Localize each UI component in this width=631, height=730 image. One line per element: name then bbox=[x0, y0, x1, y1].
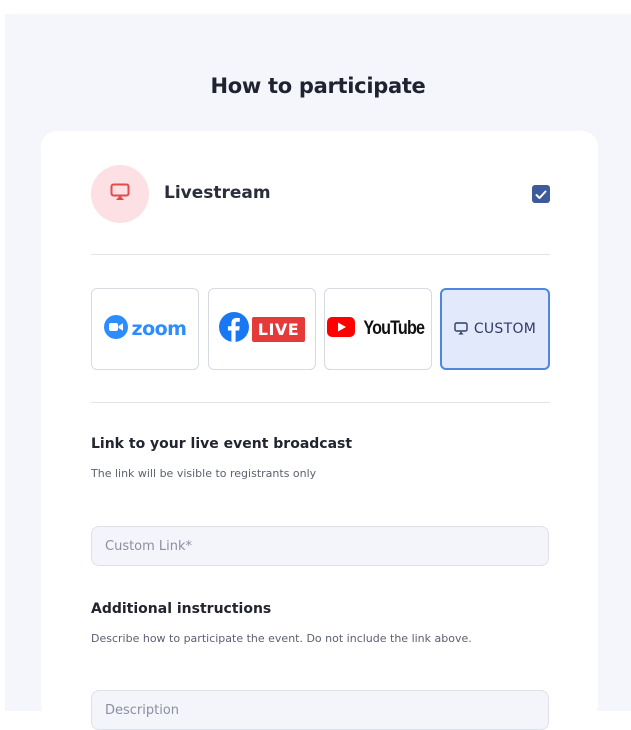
zoom-camera-icon bbox=[103, 315, 128, 343]
instructions-section-title: Additional instructions bbox=[91, 601, 272, 617]
monitor-icon bbox=[110, 183, 130, 205]
custom-link-input[interactable] bbox=[91, 526, 549, 566]
divider bbox=[91, 254, 550, 255]
youtube-play-icon bbox=[326, 317, 355, 341]
platform-button-youtube[interactable]: YouTube bbox=[324, 288, 432, 370]
link-section-title: Link to your live event broadcast bbox=[91, 436, 353, 452]
platform-button-custom[interactable]: CUSTOM bbox=[440, 288, 550, 370]
link-section-subtitle: The link will be visible to registrants … bbox=[91, 467, 317, 480]
platform-button-facebook-live[interactable]: LIVE bbox=[208, 288, 316, 370]
livestream-label: Livestream bbox=[164, 183, 271, 203]
page-background: How to participate Livestream zoom LIVE … bbox=[5, 14, 631, 730]
livestream-checkbox[interactable] bbox=[532, 185, 550, 203]
monitor-icon bbox=[454, 320, 468, 339]
page-title: How to participate bbox=[210, 74, 426, 98]
instructions-section-subtitle: Describe how to participate the event. D… bbox=[91, 632, 472, 645]
checkmark-icon bbox=[535, 185, 547, 204]
livestream-icon-badge bbox=[91, 165, 149, 223]
description-input[interactable] bbox=[91, 690, 549, 730]
facebook-logo-icon bbox=[218, 312, 249, 346]
platform-label-youtube: YouTube bbox=[363, 318, 425, 339]
divider bbox=[91, 402, 550, 403]
platform-button-zoom[interactable]: zoom bbox=[91, 288, 199, 370]
platform-label-zoom: zoom bbox=[131, 318, 187, 340]
participation-card: Livestream zoom LIVE YouTube CUSTOM Link… bbox=[41, 131, 598, 730]
platform-selector: zoom LIVE YouTube CUSTOM bbox=[91, 288, 551, 370]
platform-label-live: LIVE bbox=[251, 316, 306, 342]
platform-label-custom: CUSTOM bbox=[473, 321, 537, 337]
